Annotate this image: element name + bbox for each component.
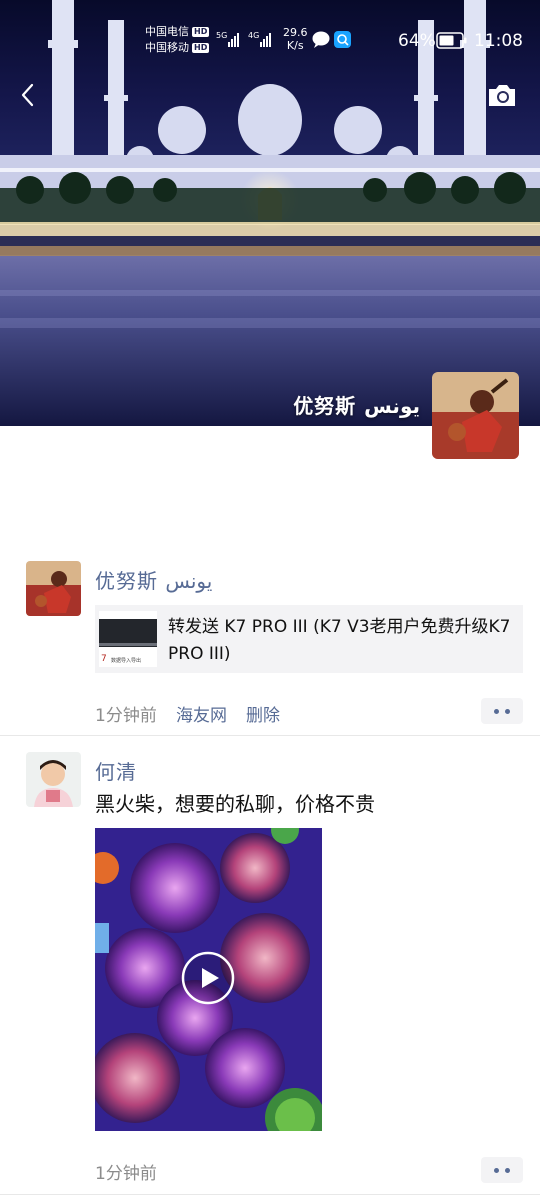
delete-button[interactable]: 删除 — [246, 701, 280, 726]
play-icon — [181, 951, 235, 1005]
post-divider — [0, 735, 540, 736]
post-time: 1分钟前 — [95, 706, 157, 726]
author-name[interactable]: 何清 — [95, 756, 137, 785]
back-button[interactable] — [14, 80, 44, 110]
author-avatar[interactable] — [26, 752, 81, 807]
play-button[interactable] — [181, 951, 235, 1005]
shared-link-card[interactable]: 7 数据导入导出 转发送 K7 PRO III (K7 V3老用户免费升级K7 … — [95, 605, 523, 673]
chat-bubble-icon — [312, 31, 330, 48]
svg-text:7: 7 — [101, 654, 107, 664]
network-speed: 29.6 K/s — [283, 26, 308, 52]
post-text: 黑火柴，想要的私聊，价格不贵 — [95, 792, 375, 816]
camera-icon — [489, 85, 515, 106]
camera-button[interactable] — [486, 80, 518, 110]
author-name[interactable]: 优努斯 يونس — [95, 565, 212, 594]
status-bar: 中国电信 HD 中国移动 HD 5G 4G 29.6 K/s 64% 11:08 — [0, 0, 540, 80]
hd-badge: HD — [192, 27, 210, 37]
profile-name: 优努斯 يونس — [293, 394, 420, 418]
battery-percent: 64% — [398, 31, 436, 51]
more-icon — [494, 1168, 499, 1173]
clock: 11:08 — [474, 31, 523, 51]
carrier-1: 中国电信 — [145, 25, 189, 38]
link-title: 转发送 K7 PRO III (K7 V3老用户免费升级K7 PRO III) — [168, 617, 511, 664]
search-app-icon — [334, 31, 351, 48]
post-divider — [0, 1194, 540, 1195]
more-actions-button[interactable] — [481, 1157, 523, 1183]
net-5g: 5G — [216, 31, 227, 40]
svg-text:数据导入导出: 数据导入导出 — [111, 657, 141, 664]
carrier-2: 中国移动 — [145, 41, 189, 54]
speed-unit: K/s — [286, 39, 304, 52]
post-time: 1分钟前 — [95, 1164, 157, 1184]
net-4g: 4G — [248, 31, 259, 40]
hd-badge: HD — [192, 43, 210, 53]
battery-icon — [436, 32, 467, 49]
speed-value: 29.6 — [283, 26, 308, 39]
source-link[interactable]: 海友网 — [176, 701, 227, 726]
author-avatar[interactable] — [26, 561, 81, 616]
profile-avatar[interactable] — [432, 372, 519, 459]
chevron-left-icon — [21, 83, 34, 107]
carrier-info: 中国电信 HD 中国移动 HD — [145, 24, 210, 56]
more-icon — [494, 709, 499, 714]
signal-icon: 5G 4G — [216, 31, 271, 47]
more-icon — [505, 709, 510, 714]
cover-image[interactable]: 中国电信 HD 中国移动 HD 5G 4G 29.6 K/s 64% 11:08… — [0, 0, 540, 426]
link-thumbnail: 7 数据导入导出 — [99, 611, 157, 667]
more-icon — [505, 1168, 510, 1173]
more-actions-button[interactable] — [481, 698, 523, 724]
